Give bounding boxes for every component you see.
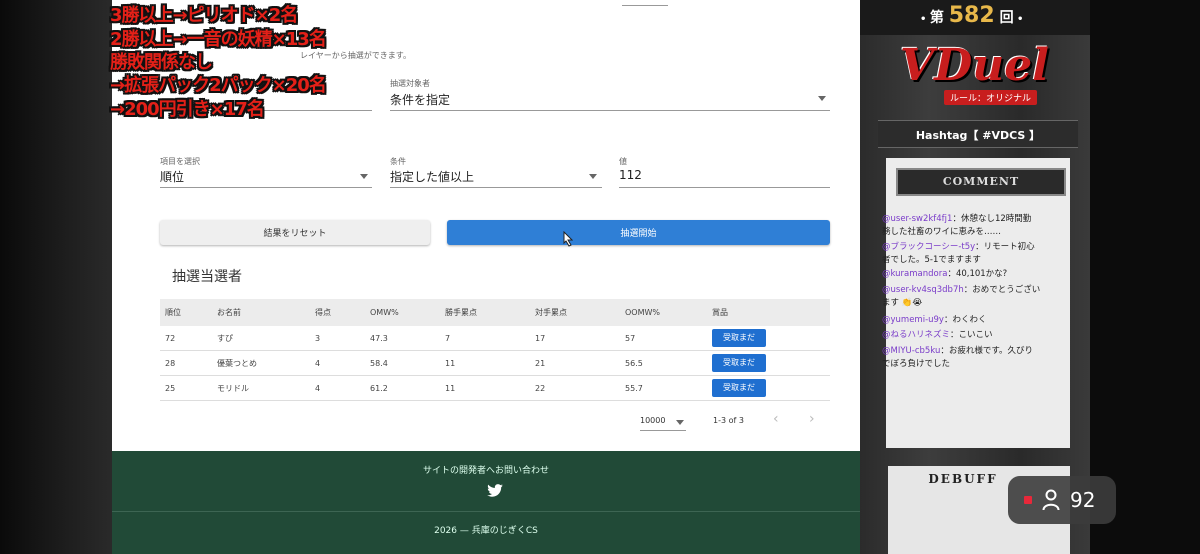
cell-a: 11 bbox=[440, 350, 530, 376]
cell-oomw: 57 bbox=[620, 326, 707, 351]
overlay-line-1: 3勝以上→ピリオド×2名 bbox=[110, 5, 298, 26]
cell-omw: 58.4 bbox=[365, 350, 440, 376]
contact-link[interactable]: サイトの開発者へお問い合わせ bbox=[112, 463, 860, 476]
chevron-down-icon bbox=[818, 96, 826, 101]
prev-page-icon[interactable]: ‹ bbox=[773, 411, 779, 427]
table-row: 25 モリドル 4 61.2 11 22 55.7 受取まだ bbox=[160, 375, 830, 401]
comment-line: 務した社畜のワイに恵みを…… bbox=[882, 227, 1002, 237]
person-icon bbox=[1042, 489, 1060, 511]
right-background bbox=[1090, 0, 1200, 554]
cell-omw: 61.2 bbox=[365, 375, 440, 401]
cell-a: 11 bbox=[440, 375, 530, 401]
target-value: 条件を指定 bbox=[390, 93, 451, 107]
cell-b: 17 bbox=[530, 326, 620, 351]
item-label: 項目を選択 bbox=[160, 157, 200, 166]
column-header: 勝手累点 bbox=[440, 299, 530, 326]
stream-panel: • 第 582 回 • VDuel ルール：オリジナル Hashtag【 #VD… bbox=[860, 0, 1090, 554]
item-value: 順位 bbox=[160, 170, 185, 184]
chevron-down-icon bbox=[676, 420, 684, 425]
item-underline bbox=[160, 187, 372, 188]
footer-divider bbox=[112, 511, 860, 512]
overlay-line-4: →拡張パック2パック×20名 bbox=[110, 75, 327, 96]
cell-rank: 28 bbox=[160, 350, 212, 376]
table-header-row: 順位 お名前 得点 OMW% 勝手累点 対手累点 OOMW% 賞品 bbox=[160, 299, 830, 326]
column-header: 順位 bbox=[160, 299, 212, 326]
hashtag: Hashtag【 #VDCS 】 bbox=[915, 129, 1041, 142]
condition-value: 指定した値以上 bbox=[390, 170, 475, 184]
next-page-icon[interactable]: › bbox=[809, 411, 815, 427]
cell-rank: 25 bbox=[160, 375, 212, 401]
viewer-count: 92 bbox=[1070, 488, 1096, 512]
table-row: 28 優葉つとめ 4 58.4 11 21 56.5 受取まだ bbox=[160, 350, 830, 376]
prize-status-button[interactable]: 受取まだ bbox=[712, 354, 766, 372]
cell-a: 7 bbox=[440, 326, 530, 351]
overlay-line-5: →200円引き×17名 bbox=[110, 99, 265, 120]
cell-score: 4 bbox=[310, 375, 365, 401]
column-header: お名前 bbox=[212, 299, 310, 326]
episode-label: • 第 582 回 • bbox=[920, 3, 1024, 28]
column-header: OOMW% bbox=[620, 299, 707, 326]
twitter-icon[interactable] bbox=[487, 484, 503, 497]
reset-button[interactable]: 結果をリセット bbox=[160, 220, 430, 245]
vduel-logo: VDuel ルール：オリジナル bbox=[900, 40, 1049, 105]
episode-number: 582 bbox=[948, 3, 995, 28]
left-background bbox=[0, 0, 112, 554]
comment-line: でぼろ負けでした bbox=[882, 359, 951, 369]
cell-oomw: 55.7 bbox=[620, 375, 707, 401]
winners-table: 順位 お名前 得点 OMW% 勝手累点 対手累点 OOMW% 賞品 72 すぴ … bbox=[160, 299, 830, 401]
cell-rank: 72 bbox=[160, 326, 212, 351]
pagination-range: 1-3 of 3 bbox=[713, 416, 744, 425]
column-header: 賞品 bbox=[707, 299, 830, 326]
viewer-count-pill: 92 bbox=[1008, 476, 1116, 524]
page-size-underline bbox=[640, 430, 686, 431]
live-dot-icon bbox=[1024, 496, 1032, 504]
comment-line: @ブラックコーシー-t5y：リモート初心 bbox=[882, 242, 1035, 252]
cell-b: 21 bbox=[530, 350, 620, 376]
cell-name: モリドル bbox=[212, 375, 310, 401]
comment-line: @ねるハリネズミ：こいこい bbox=[882, 330, 993, 340]
page-size-value: 10000 bbox=[640, 416, 666, 425]
winners-title: 抽選当選者 bbox=[172, 269, 242, 285]
value-underline bbox=[619, 187, 830, 188]
target-label: 抽選対象者 bbox=[390, 79, 430, 88]
cell-omw: 47.3 bbox=[365, 326, 440, 351]
comment-line: @kuramandora：40,101かな? bbox=[882, 269, 1008, 279]
value-label: 値 bbox=[619, 157, 627, 166]
cell-b: 22 bbox=[530, 375, 620, 401]
condition-label: 条件 bbox=[390, 157, 406, 166]
chevron-down-icon bbox=[360, 174, 368, 179]
table-row: 72 すぴ 3 47.3 7 17 57 受取まだ bbox=[160, 326, 830, 351]
comment-line: 者でした。5-1でますます bbox=[882, 255, 981, 265]
comment-line: @yumemi-u9y：わくわく bbox=[882, 315, 987, 325]
hint-text: レイヤーから抽選ができます。 bbox=[300, 51, 411, 60]
top-field-underline bbox=[622, 0, 668, 6]
comment-line: @user-sw2kf4fj1：休憩なし12時間勤 bbox=[882, 214, 1032, 224]
cell-score: 3 bbox=[310, 326, 365, 351]
copyright: 2026 — 兵庫のじぎくCS bbox=[434, 526, 538, 536]
cell-name: 優葉つとめ bbox=[212, 350, 310, 376]
footer: サイトの開発者へお問い合わせ 2026 — 兵庫のじぎくCS bbox=[112, 451, 860, 554]
comment-header-box: COMMENT bbox=[896, 168, 1066, 196]
column-header: 対手累点 bbox=[530, 299, 620, 326]
prize-status-button[interactable]: 受取まだ bbox=[712, 379, 766, 397]
comment-line: @MIYU-cb5ku：お疲れ様です。久びり bbox=[882, 346, 1034, 356]
comment-header: COMMENT bbox=[942, 175, 1020, 188]
cell-oomw: 56.5 bbox=[620, 350, 707, 376]
mouse-cursor-icon bbox=[563, 231, 573, 247]
chevron-down-icon bbox=[589, 174, 597, 179]
value-value: 112 bbox=[619, 168, 642, 182]
column-header: OMW% bbox=[365, 299, 440, 326]
cell-score: 4 bbox=[310, 350, 365, 376]
hashtag-bar: Hashtag【 #VDCS 】 bbox=[878, 120, 1078, 148]
target-underline bbox=[390, 110, 830, 111]
start-lottery-button[interactable]: 抽選開始 bbox=[447, 220, 830, 245]
prize-status-button[interactable]: 受取まだ bbox=[712, 329, 766, 347]
condition-underline bbox=[390, 187, 602, 188]
comment-line: ます 👏😭 bbox=[882, 298, 923, 308]
cell-name: すぴ bbox=[212, 326, 310, 351]
comment-line: @user-kv4sq3db7h：おめでとうござい bbox=[882, 285, 1041, 295]
column-header: 得点 bbox=[310, 299, 365, 326]
